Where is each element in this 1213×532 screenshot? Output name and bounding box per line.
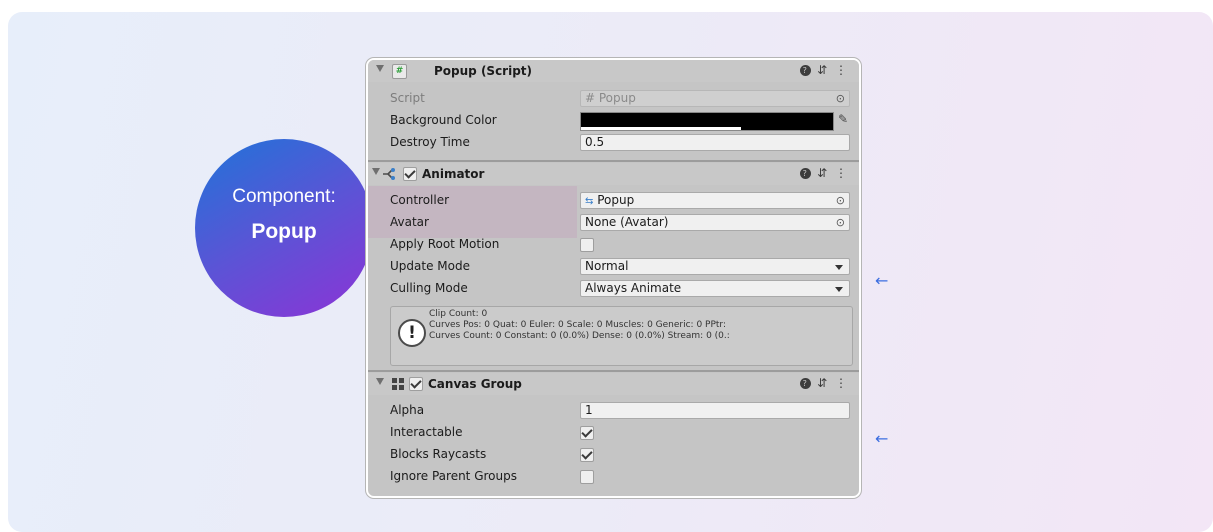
animator-header[interactable]: Animator ? ⇵ ⋮	[368, 163, 859, 185]
foldout-arrow-icon[interactable]	[376, 378, 384, 385]
background-color-label: Background Color	[390, 113, 497, 127]
destroy-time-input[interactable]: 0.5	[580, 134, 850, 151]
pointer-arrow-icon: ←	[875, 271, 889, 290]
avatar-value: None (Avatar)	[585, 215, 669, 229]
help-icon[interactable]: ?	[800, 65, 812, 76]
controller-label: Controller	[390, 193, 450, 207]
dropdown-arrow-icon	[835, 265, 843, 270]
canvas-group-title: Canvas Group	[428, 377, 522, 391]
culling-mode-dropdown[interactable]: Always Animate	[580, 280, 850, 297]
presets-icon[interactable]: ⇵	[817, 166, 829, 180]
header-icons: ? ⇵ ⋮	[800, 63, 849, 77]
canvas-group-enabled-checkbox[interactable]	[409, 377, 423, 391]
warning-exclamation-icon: !	[398, 319, 426, 347]
destroy-time-row: Destroy Time 0.5	[368, 132, 859, 154]
animator-controller-icon: ⇆	[585, 196, 594, 207]
object-picker-icon[interactable]: ⊙	[836, 91, 845, 106]
script-hash-icon: #	[392, 64, 407, 79]
clip-count-text: Clip Count: 0	[429, 309, 488, 319]
interactable-label: Interactable	[390, 425, 463, 439]
ignore-parent-groups-row: Ignore Parent Groups	[368, 466, 859, 488]
alpha-row: Alpha 1	[368, 400, 859, 422]
avatar-label: Avatar	[390, 215, 429, 229]
apply-root-motion-checkbox[interactable]	[580, 238, 594, 252]
badge-component-name: Popup	[251, 220, 317, 243]
header-icons: ? ⇵ ⋮	[800, 376, 849, 390]
popup-script-header[interactable]: # Popup (Script) ? ⇵ ⋮	[368, 60, 859, 82]
animator-enabled-checkbox[interactable]	[403, 167, 417, 181]
kebab-menu-icon[interactable]: ⋮	[835, 376, 849, 390]
popup-script-title: Popup (Script)	[434, 64, 533, 78]
controller-field[interactable]: ⇆ Popup ⊙	[580, 192, 850, 209]
culling-mode-label: Culling Mode	[390, 281, 468, 295]
kebab-menu-icon[interactable]: ⋮	[835, 63, 849, 77]
help-icon[interactable]: ?	[800, 378, 812, 389]
blocks-raycasts-label: Blocks Raycasts	[390, 447, 487, 461]
script-value: # Popup	[585, 91, 636, 105]
script-field[interactable]: # Popup ⊙	[580, 90, 850, 107]
component-separator	[368, 370, 859, 372]
update-mode-value: Normal	[585, 259, 629, 273]
script-label: Script	[390, 91, 425, 105]
pointer-arrow-icon: ←	[875, 429, 889, 448]
info-text: Clip Count: 0 Curves Pos: 0 Quat: 0 Eule…	[429, 309, 730, 342]
avatar-row: Avatar None (Avatar) ⊙	[368, 212, 859, 234]
controller-value: Popup	[597, 193, 635, 207]
apply-root-motion-row: Apply Root Motion	[368, 234, 859, 256]
curves-count-text: Curves Count: 0 Constant: 0 (0.0%) Dense…	[429, 331, 730, 341]
dropdown-arrow-icon	[835, 287, 843, 292]
update-mode-label: Update Mode	[390, 259, 470, 273]
animator-icon	[383, 168, 395, 180]
color-swatch[interactable]	[580, 112, 834, 131]
header-icons: ? ⇵ ⋮	[800, 166, 849, 180]
component-separator	[368, 160, 859, 162]
avatar-field[interactable]: None (Avatar) ⊙	[580, 214, 850, 231]
eyedropper-icon[interactable]: ✎	[838, 112, 848, 126]
alpha-bar	[581, 127, 741, 130]
culling-mode-value: Always Animate	[585, 281, 682, 295]
inspector-panel: # Popup (Script) ? ⇵ ⋮ Script # Popup ⊙ …	[366, 58, 861, 498]
object-picker-icon[interactable]: ⊙	[836, 193, 845, 208]
help-icon[interactable]: ?	[800, 168, 812, 179]
object-picker-icon[interactable]: ⊙	[836, 215, 845, 230]
script-row: Script # Popup ⊙	[368, 88, 859, 110]
foldout-arrow-icon[interactable]	[376, 65, 384, 72]
interactable-row: Interactable	[368, 422, 859, 444]
blocks-raycasts-row: Blocks Raycasts	[368, 444, 859, 466]
presets-icon[interactable]: ⇵	[817, 63, 829, 77]
interactable-checkbox[interactable]	[580, 426, 594, 440]
canvas-group-header[interactable]: Canvas Group ? ⇵ ⋮	[368, 373, 859, 395]
blocks-raycasts-checkbox[interactable]	[580, 448, 594, 462]
curves-pos-text: Curves Pos: 0 Quat: 0 Euler: 0 Scale: 0 …	[429, 320, 726, 330]
ignore-parent-groups-label: Ignore Parent Groups	[390, 469, 517, 483]
culling-mode-row: Culling Mode Always Animate	[368, 278, 859, 300]
apply-root-motion-label: Apply Root Motion	[390, 237, 500, 251]
presets-icon[interactable]: ⇵	[817, 376, 829, 390]
canvas-group-icon	[392, 378, 404, 390]
foldout-arrow-icon[interactable]	[372, 168, 380, 175]
destroy-time-label: Destroy Time	[390, 135, 470, 149]
component-badge: Component: Popup	[195, 139, 373, 317]
badge-caption: Component:	[232, 186, 336, 207]
update-mode-dropdown[interactable]: Normal	[580, 258, 850, 275]
alpha-input[interactable]: 1	[580, 402, 850, 419]
background-color-row: Background Color ✎	[368, 110, 859, 132]
animator-info-box: ! Clip Count: 0 Curves Pos: 0 Quat: 0 Eu…	[390, 306, 853, 366]
update-mode-row: Update Mode Normal	[368, 256, 859, 278]
ignore-parent-groups-checkbox[interactable]	[580, 470, 594, 484]
alpha-label: Alpha	[390, 403, 425, 417]
kebab-menu-icon[interactable]: ⋮	[835, 166, 849, 180]
animator-title: Animator	[422, 167, 485, 181]
controller-row: Controller ⇆ Popup ⊙	[368, 190, 859, 212]
